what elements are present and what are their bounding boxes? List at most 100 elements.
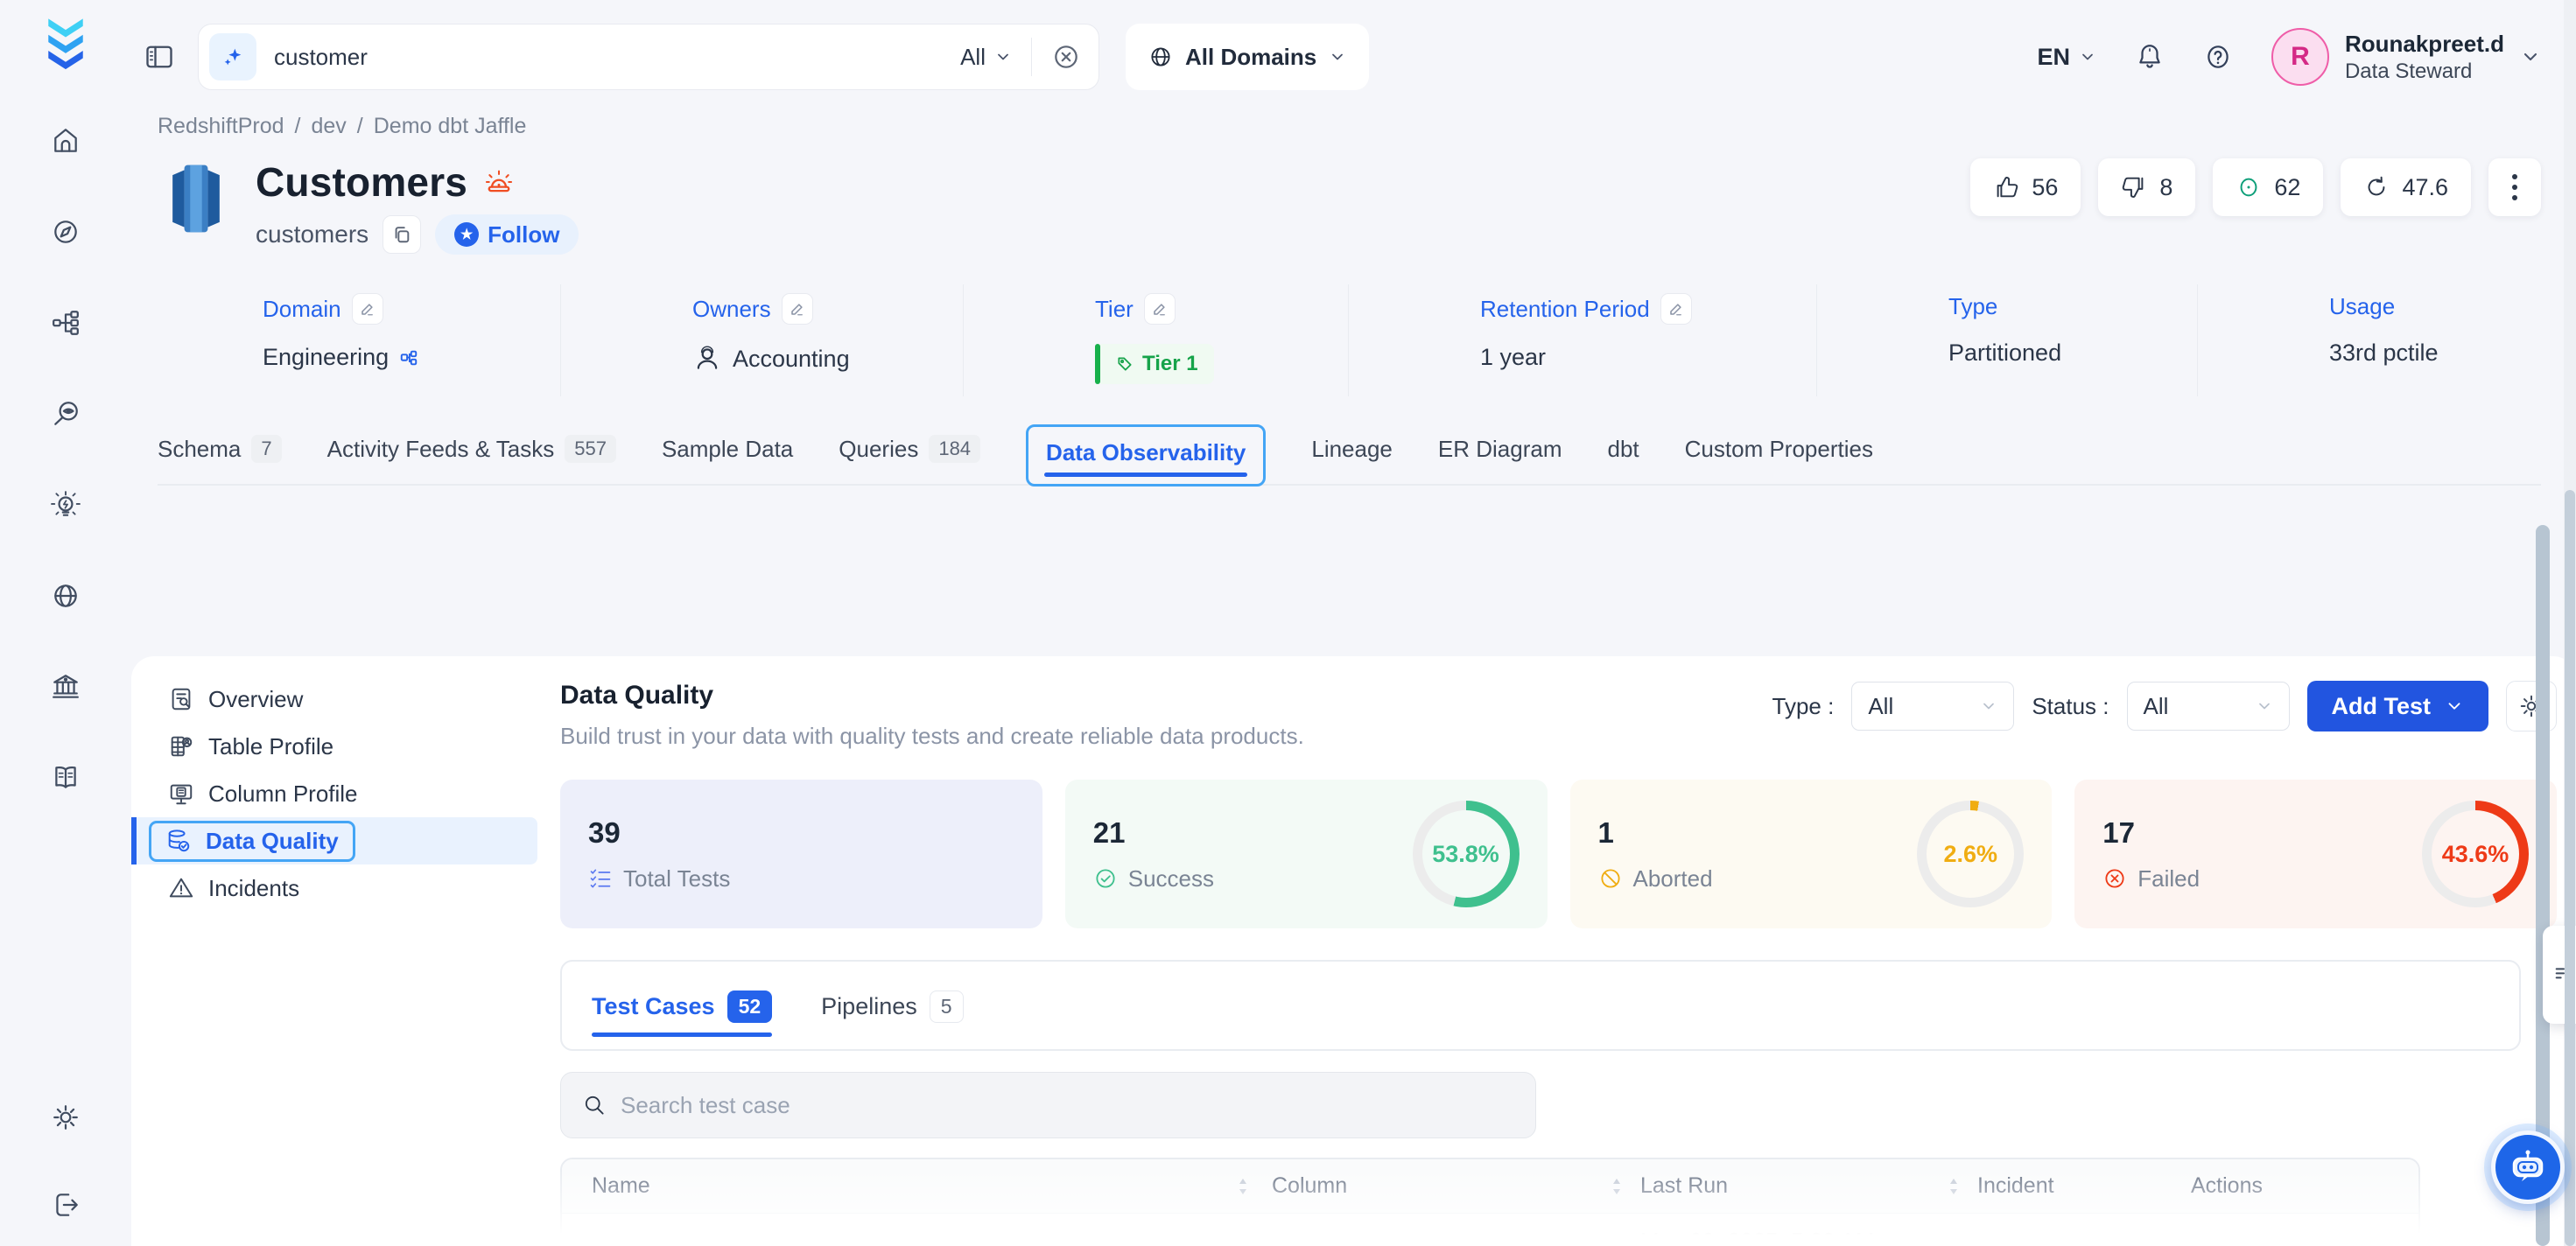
total-tests-card: 39 Total Tests: [560, 780, 1042, 928]
incidents-warning-icon: [168, 875, 194, 901]
asset-subtitle: customers: [256, 220, 369, 248]
web-globe-icon[interactable]: [51, 581, 81, 611]
sort-column-icon[interactable]: [1611, 1177, 1623, 1196]
subnav-overview[interactable]: Overview: [131, 676, 537, 723]
breadcrumb-connection[interactable]: RedshiftProd: [158, 114, 284, 139]
tab-pipelines[interactable]: Pipelines 5: [821, 990, 963, 1049]
global-search[interactable]: All: [198, 24, 1099, 90]
edit-domain-icon[interactable]: [352, 293, 383, 325]
breadcrumb-database[interactable]: Demo dbt Jaffle: [374, 114, 527, 139]
avatar[interactable]: R: [2271, 28, 2329, 86]
user-profile[interactable]: R Rounakpreet.d Data Steward: [2271, 28, 2541, 86]
sort-name-icon[interactable]: [1237, 1177, 1249, 1196]
topbar: All All Domains EN R Rounakpreet.d Data …: [131, 0, 2576, 114]
subnav-column-profile[interactable]: Column Profile: [131, 770, 537, 817]
subnav-data-quality[interactable]: Data Quality: [131, 817, 537, 864]
help-icon[interactable]: [2203, 42, 2233, 72]
sign-out-icon[interactable]: [51, 1190, 81, 1220]
status-filter-select[interactable]: All: [2127, 682, 2290, 731]
follow-button[interactable]: ★ Follow: [435, 214, 579, 255]
tag-icon: [1116, 355, 1134, 373]
meta-retention: Retention Period 1 year: [1348, 284, 1816, 396]
search-icon: [582, 1093, 607, 1117]
data-quality-db-icon: [165, 828, 192, 854]
aborted-card: 1 Aborted 2.6%: [1570, 780, 2053, 928]
user-name: Rounakpreet.d: [2345, 31, 2504, 58]
insights-bulb-icon[interactable]: [51, 490, 81, 520]
settings-gear-icon[interactable]: [51, 1102, 81, 1132]
governance-bank-icon[interactable]: [51, 672, 81, 702]
group-icon: [692, 344, 722, 374]
failed-donut: 43.6%: [2422, 801, 2529, 907]
tab-activity-feeds[interactable]: Activity Feeds & Tasks557: [327, 423, 616, 484]
tier-badge[interactable]: Tier 1: [1095, 344, 1214, 384]
thumbs-up-icon: [1993, 174, 2019, 200]
observability-search-eye-icon[interactable]: [51, 399, 81, 429]
chatbot-button[interactable]: [2491, 1130, 2565, 1204]
metadata-band: Domain Engineering Owners Accounting Tie…: [131, 284, 2576, 396]
asset-header: Customers customers ★ Follow 56: [131, 139, 2576, 255]
divider: [1031, 38, 1032, 76]
sidebar-toggle-icon[interactable]: [144, 41, 175, 73]
tab-er-diagram[interactable]: ER Diagram: [1438, 424, 1562, 484]
incident-status-badge[interactable]: Assigned: [1977, 1239, 2095, 1246]
type-filter-select[interactable]: All: [1851, 682, 2014, 731]
search-clear-icon[interactable]: [1051, 42, 1081, 72]
tab-test-cases[interactable]: Test Cases 52: [592, 990, 772, 1049]
announcement-alert-icon[interactable]: [483, 166, 515, 198]
domains-dropdown[interactable]: All Domains: [1126, 24, 1369, 90]
type-filter-label: Type :: [1772, 693, 1835, 720]
breadcrumb-schema[interactable]: dev: [311, 114, 346, 139]
downvotes-button[interactable]: 8: [2098, 158, 2195, 216]
test-cases-table: Name Column Last Run Incident Actions Ta…: [560, 1158, 2420, 1246]
page-scrollbar-thumb[interactable]: [2565, 490, 2575, 1246]
tab-lineage[interactable]: Lineage: [1311, 424, 1393, 484]
meta-type: Type Partitioned: [1816, 284, 2197, 396]
check-circle-icon: [1093, 866, 1118, 891]
edit-retention-icon[interactable]: [1660, 293, 1692, 325]
upvotes-button[interactable]: 56: [1970, 158, 2081, 216]
discover-compass-icon[interactable]: [51, 217, 81, 247]
tab-custom-properties[interactable]: Custom Properties: [1685, 424, 1873, 484]
tab-queries[interactable]: Queries184: [839, 423, 980, 484]
test-case-search-input[interactable]: [621, 1092, 1514, 1119]
tab-schema[interactable]: Schema7: [158, 423, 282, 484]
section-title: Data Quality: [560, 681, 1304, 710]
more-actions-kebab-icon[interactable]: [2488, 158, 2541, 216]
tab-sample-data[interactable]: Sample Data: [662, 424, 793, 484]
tab-dbt[interactable]: dbt: [1608, 424, 1639, 484]
breadcrumb: RedshiftProd / dev / Demo dbt Jaffle: [131, 114, 2576, 139]
popularity-button[interactable]: 47.6: [2341, 158, 2471, 216]
tab-data-observability[interactable]: Data Observability: [1026, 424, 1266, 486]
table-row: Table_freshness - - May 09, 2025, 5:38 A…: [562, 1214, 2418, 1246]
data-quality-main: Data Quality Build trust in your data wi…: [560, 656, 2576, 1246]
subnav-incidents[interactable]: Incidents: [131, 864, 537, 912]
atlan-logo[interactable]: [40, 18, 91, 72]
home-icon[interactable]: [51, 126, 81, 156]
asset-tabs: Schema7 Activity Feeds & Tasks557 Sample…: [158, 423, 2541, 486]
thumbs-down-icon: [2121, 174, 2147, 200]
ai-sparkle-icon[interactable]: [209, 33, 256, 80]
views-button[interactable]: 62: [2213, 158, 2323, 216]
notifications-bell-icon[interactable]: [2135, 42, 2165, 72]
test-cases-count-badge: 52: [727, 990, 773, 1023]
left-rail: [0, 0, 131, 1246]
edit-tier-icon[interactable]: [1144, 293, 1176, 325]
refresh-icon: [2363, 174, 2390, 200]
page-title: Customers: [256, 158, 467, 206]
checklist-icon: [588, 866, 613, 891]
status-filter-label: Status :: [2032, 693, 2109, 720]
edit-owners-icon[interactable]: [782, 293, 813, 325]
failed-card: 17 Failed 43.6%: [2074, 780, 2557, 928]
sort-last-run-icon[interactable]: [1948, 1177, 1960, 1196]
add-test-button[interactable]: Add Test: [2307, 681, 2489, 732]
language-dropdown[interactable]: EN: [2037, 44, 2096, 71]
products-workflow-icon[interactable]: [51, 308, 81, 338]
copy-icon[interactable]: [383, 215, 421, 254]
table-header: Name Column Last Run Incident Actions: [562, 1159, 2418, 1214]
glossary-book-icon[interactable]: [51, 763, 81, 793]
search-input[interactable]: [274, 44, 960, 71]
test-case-search[interactable]: [560, 1072, 1536, 1138]
search-scope-dropdown[interactable]: All: [960, 44, 1012, 71]
subnav-table-profile[interactable]: Table Profile: [131, 723, 537, 770]
